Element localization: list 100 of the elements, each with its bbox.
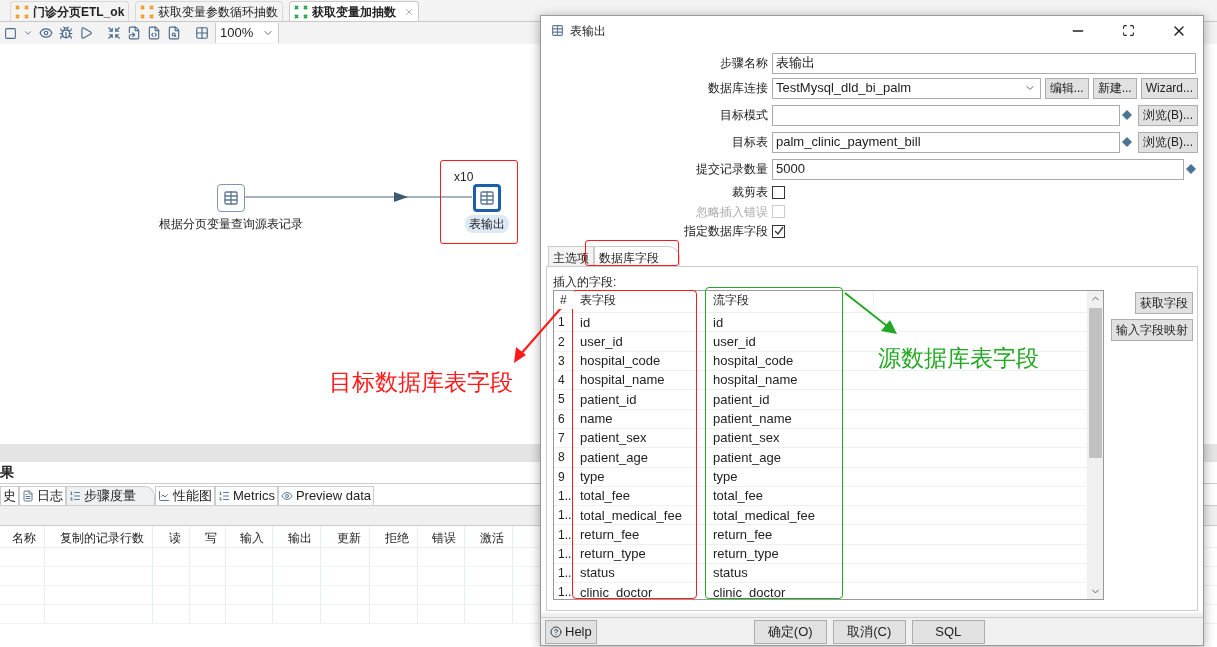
table-cell-text: type bbox=[712, 467, 739, 486]
step-icon[interactable] bbox=[217, 184, 245, 212]
zoom-select[interactable]: 100% bbox=[215, 23, 279, 43]
checkbox[interactable] bbox=[772, 185, 785, 199]
table-cell-text: patient_name bbox=[712, 410, 793, 429]
caret-icon[interactable] bbox=[23, 28, 33, 38]
table-cell-text: id bbox=[579, 313, 592, 332]
side-button[interactable]: 获取字段 bbox=[1135, 292, 1193, 315]
help-button[interactable]: Help bbox=[545, 619, 597, 644]
maximize-icon[interactable] bbox=[1122, 24, 1135, 38]
dialog-tab[interactable]: 数据库字段 bbox=[594, 246, 680, 267]
table-cell-text: status bbox=[712, 564, 749, 583]
table-cell-text: name bbox=[579, 410, 614, 429]
copies-label: x10 bbox=[454, 169, 474, 184]
row-number: 1.. bbox=[557, 526, 573, 544]
row-number: 8 bbox=[557, 449, 566, 467]
checkbox-icon[interactable] bbox=[4, 26, 17, 40]
column-header: 名称 bbox=[0, 526, 45, 547]
connection-select[interactable]: TestMysql_dld_bi_palm bbox=[772, 77, 1041, 99]
table-cell-text: user_id bbox=[579, 332, 624, 351]
row-number: 5 bbox=[557, 391, 566, 409]
step-label: 表输出 bbox=[465, 215, 509, 233]
file-code-icon[interactable] bbox=[147, 26, 161, 40]
table-cell-text: hospital_code bbox=[712, 352, 795, 371]
table-cell-text: return_fee bbox=[579, 525, 641, 544]
scrollbar[interactable] bbox=[1087, 291, 1103, 600]
column-header: 更新 bbox=[321, 526, 370, 547]
checkbox[interactable] bbox=[772, 224, 785, 238]
row-number: 1.. bbox=[557, 584, 573, 600]
chart-icon bbox=[158, 490, 170, 502]
file-search-icon[interactable] bbox=[167, 26, 181, 40]
help-icon bbox=[550, 625, 562, 638]
column-header: 流字段 bbox=[707, 291, 874, 310]
metrics-icon bbox=[218, 490, 230, 502]
variable-icon bbox=[1122, 110, 1132, 121]
row-number: 2 bbox=[557, 333, 566, 351]
editor-tab[interactable]: 门诊分页ETL_ok bbox=[10, 1, 130, 21]
dialog-button[interactable]: 浏览(B)... bbox=[1138, 104, 1198, 126]
panel-tab[interactable]: 性能图 bbox=[155, 486, 215, 505]
log-icon bbox=[22, 490, 34, 502]
dialog-button[interactable]: Wizard... bbox=[1140, 77, 1198, 99]
variable-icon bbox=[1122, 137, 1132, 148]
dialog-button[interactable]: 新建... bbox=[1092, 77, 1137, 99]
side-button[interactable]: 输入字段映射 bbox=[1111, 319, 1193, 342]
transformation-icon bbox=[294, 4, 309, 19]
field-label: 指定数据库字段 bbox=[683, 223, 769, 241]
panel-tab[interactable]: Preview data bbox=[277, 486, 375, 505]
window-title: 表输出 bbox=[570, 22, 606, 40]
table-cell-text: patient_id bbox=[579, 390, 638, 409]
panel-tab[interactable]: Metrics bbox=[215, 486, 278, 505]
panel-title: 果 bbox=[0, 463, 14, 482]
dialog-button[interactable]: 浏览(B)... bbox=[1138, 131, 1198, 153]
panel-tab[interactable]: 步骤度量 bbox=[66, 486, 155, 505]
dialog-button[interactable]: 取消(C) bbox=[832, 619, 906, 644]
panel-tab[interactable]: 史 bbox=[0, 486, 19, 505]
field-label: 数据库连接 bbox=[707, 80, 769, 98]
editor-tab[interactable]: 获取变量加抽数 bbox=[289, 1, 420, 21]
input-field[interactable]: 5000 bbox=[772, 158, 1184, 180]
table-cell-text: total_fee bbox=[712, 487, 764, 506]
file-arrow-icon[interactable] bbox=[127, 26, 141, 40]
shrink-icon[interactable] bbox=[107, 26, 121, 40]
input-field[interactable]: 表输出 bbox=[772, 52, 1196, 74]
dialog-button[interactable]: 编辑... bbox=[1044, 77, 1089, 99]
transformation-icon bbox=[15, 4, 29, 19]
play-icon[interactable] bbox=[79, 26, 93, 40]
section-label: 插入的字段: bbox=[553, 274, 618, 291]
panel-tab[interactable]: 日志 bbox=[19, 486, 66, 505]
table-cell-text: total_medical_fee bbox=[579, 506, 683, 525]
table-cell-text: clinic_doctor bbox=[712, 583, 787, 600]
table-cell-text: hospital_name bbox=[712, 371, 799, 390]
bug-icon[interactable] bbox=[59, 26, 73, 40]
field-label: 步骤名称 bbox=[719, 55, 769, 73]
eye-icon[interactable] bbox=[39, 26, 53, 40]
field-label: 目标模式 bbox=[719, 107, 769, 125]
table-cell-text: return_fee bbox=[712, 525, 774, 544]
input-field[interactable]: palm_clinic_payment_bill bbox=[772, 131, 1120, 153]
variable-icon bbox=[1186, 164, 1196, 175]
row-number: 4 bbox=[557, 372, 566, 390]
table-icon bbox=[551, 24, 564, 38]
table-cell-text: id bbox=[712, 313, 725, 332]
editor-tab[interactable]: 获取变量参数循环抽数 bbox=[135, 1, 284, 21]
step-label: 根据分页变量查询源表记录 bbox=[158, 216, 304, 233]
dialog-button[interactable]: 确定(O) bbox=[753, 619, 827, 644]
row-number: 1.. bbox=[557, 487, 573, 505]
table-cell-text: patient_age bbox=[579, 448, 649, 467]
input-field[interactable] bbox=[772, 104, 1120, 126]
field-label: 目标表 bbox=[731, 134, 769, 152]
eye-icon bbox=[280, 490, 293, 502]
row-number: 3 bbox=[557, 352, 566, 370]
table-cell-text: type bbox=[579, 467, 606, 486]
grid-icon[interactable] bbox=[195, 26, 209, 40]
table-cell-text: patient_sex bbox=[579, 429, 648, 448]
dialog-button[interactable]: SQL bbox=[911, 619, 985, 644]
column-header: 输入 bbox=[226, 526, 273, 547]
field-label: 忽略插入错误 bbox=[695, 203, 769, 221]
table-cell-text: clinic_doctor bbox=[579, 583, 654, 600]
table-cell-text: return_type bbox=[712, 545, 780, 564]
table-cell-text: hospital_code bbox=[579, 352, 662, 371]
row-number: 1.. bbox=[557, 507, 573, 525]
step-icon[interactable] bbox=[473, 184, 501, 212]
